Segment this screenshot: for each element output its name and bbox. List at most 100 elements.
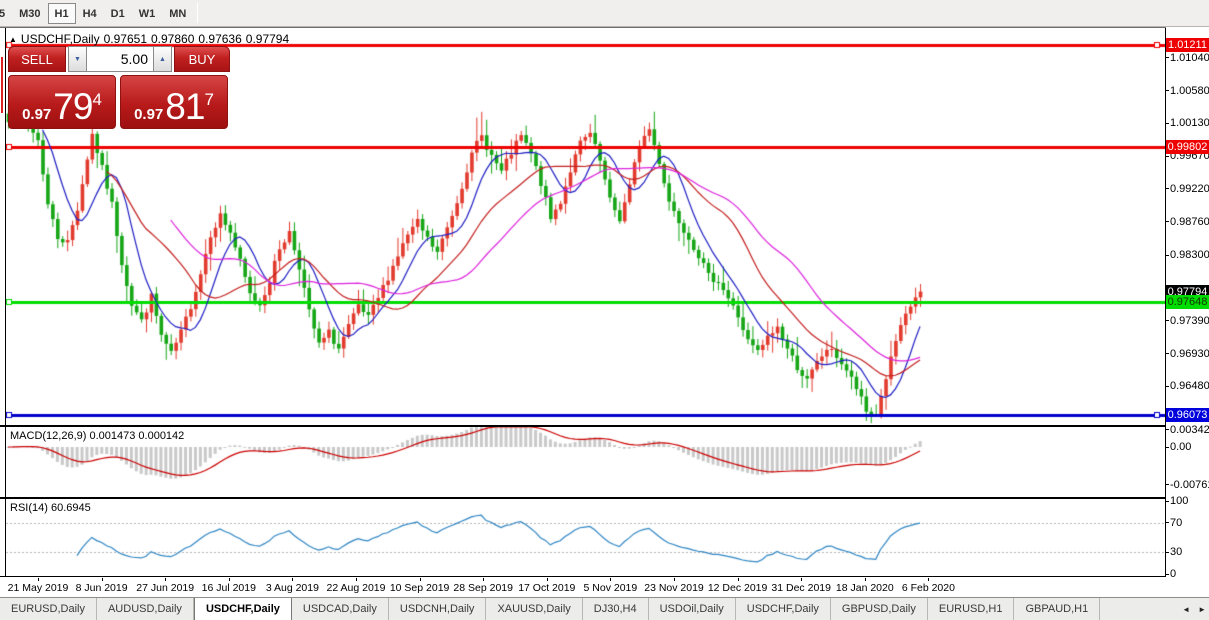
date-tick-mark <box>610 578 611 581</box>
date-axis-label: 12 Dec 2019 <box>708 582 768 594</box>
axis-tick-mark <box>1165 188 1169 189</box>
axis-tick-mark <box>1165 320 1169 321</box>
date-tick-mark <box>356 578 357 581</box>
timeframe-button-h4[interactable]: H4 <box>76 3 104 24</box>
price-badge: 0.96073 <box>1166 408 1209 422</box>
date-axis-label: 22 Aug 2019 <box>327 582 386 594</box>
timeframe-button-w1[interactable]: W1 <box>132 3 163 24</box>
date-axis-label: 16 Jul 2019 <box>202 582 256 594</box>
buy-price-prefix: 0.97 <box>134 106 163 123</box>
price-axis: 1.010401.005801.001300.996700.992200.987… <box>1166 28 1209 595</box>
sell-price-sup: 4 <box>92 92 101 107</box>
sell-price-box[interactable]: 0.97794 <box>8 75 116 129</box>
timeframe-button-mn[interactable]: MN <box>162 3 193 24</box>
timeframe-button-m30[interactable]: M30 <box>12 3 47 24</box>
date-axis-label: 5 Nov 2019 <box>584 582 638 594</box>
chart-tab-gbpaud-h1[interactable]: GBPAUD,H1 <box>1014 598 1100 620</box>
axis-tick-mark <box>1165 57 1169 58</box>
chart-symbol-label: USDCHF,Daily <box>21 32 100 46</box>
timeframe-toolbar: 5M30H1H4D1W1MN <box>0 0 1209 27</box>
ohlc-high: 0.97860 <box>151 32 194 46</box>
chart-tab-gbpusd-daily[interactable]: GBPUSD,Daily <box>831 598 928 620</box>
date-axis: 21 May 20198 Jun 201927 Jun 201916 Jul 2… <box>0 578 1166 595</box>
volume-decrease-button[interactable]: ▼ <box>68 46 87 72</box>
date-tick-mark <box>547 578 548 581</box>
tab-scroll-right-icon[interactable]: ► <box>1198 605 1206 614</box>
price-badge: 0.99802 <box>1166 140 1209 154</box>
price-axis-tick: 1.01040 <box>1170 52 1209 64</box>
axis-tick-mark <box>1165 123 1169 124</box>
axis-tick-mark <box>1165 386 1169 387</box>
rsi-label: RSI(14) 60.6945 <box>10 502 91 514</box>
rsi-axis-tick: 100 <box>1170 495 1188 507</box>
macd-axis-tick: 0.00 <box>1170 441 1191 453</box>
sell-button[interactable]: SELL <box>8 46 66 72</box>
axis-tick-mark <box>1165 574 1169 575</box>
date-axis-label: 18 Jan 2020 <box>836 582 894 594</box>
date-axis-label: 28 Sep 2019 <box>453 582 513 594</box>
buy-price-box[interactable]: 0.97817 <box>120 75 228 129</box>
date-tick-mark <box>420 578 421 581</box>
date-axis-label: 21 May 2019 <box>8 582 69 594</box>
date-tick-mark <box>483 578 484 581</box>
macd-label: MACD(12,26,9) 0.001473 0.000142 <box>10 430 184 442</box>
price-axis-tick: 0.96930 <box>1170 348 1209 360</box>
chart-tab-eurusd-h1[interactable]: EURUSD,H1 <box>928 598 1015 620</box>
chart-tab-usdoil-daily[interactable]: USDOil,Daily <box>649 598 736 620</box>
date-tick-mark <box>801 578 802 581</box>
buy-price-big: 81 <box>165 90 204 123</box>
date-axis-label: 27 Jun 2019 <box>136 582 194 594</box>
ohlc-open: 0.97651 <box>104 32 147 46</box>
price-axis-tick: 1.00580 <box>1170 85 1209 97</box>
buy-price-sup: 7 <box>204 92 213 107</box>
buy-button[interactable]: BUY <box>174 46 230 72</box>
volume-stepper: ▼ ▲ <box>68 46 172 72</box>
chart-tab-xauusd-daily[interactable]: XAUUSD,Daily <box>486 598 582 620</box>
chart-symbol-icon: ▲ <box>9 35 17 44</box>
date-axis-label: 6 Feb 2020 <box>902 582 955 594</box>
axis-tick-mark <box>1165 501 1169 502</box>
date-tick-mark <box>102 578 103 581</box>
tab-scroll-left-icon[interactable]: ◄ <box>1182 605 1190 614</box>
chevron-down-icon: ▼ <box>74 56 81 63</box>
chart-tab-usdchf-daily[interactable]: USDCHF,Daily <box>736 598 831 620</box>
timeframe-button-5[interactable]: 5 <box>0 3 12 24</box>
chart-tab-eurusd-daily[interactable]: EURUSD,Daily <box>0 598 97 620</box>
timeframe-button-h1[interactable]: H1 <box>48 3 76 24</box>
macd-axis-tick: -0.007615 <box>1170 479 1209 491</box>
date-axis-label: 10 Sep 2019 <box>390 582 450 594</box>
axis-tick-mark <box>1165 552 1169 553</box>
volume-increase-button[interactable]: ▲ <box>153 46 172 72</box>
date-axis-label: 23 Nov 2019 <box>644 582 704 594</box>
rsi-axis-tick: 0 <box>1170 568 1176 580</box>
chart-tab-dj30-h4[interactable]: DJ30,H4 <box>583 598 649 620</box>
axis-tick-mark <box>1165 484 1169 485</box>
plot-left-border <box>5 28 6 577</box>
price-axis-tick: 0.99220 <box>1170 183 1209 195</box>
date-tick-mark <box>738 578 739 581</box>
macd-axis-tick: 0.003428 <box>1170 424 1209 436</box>
axis-tick-mark <box>1165 255 1169 256</box>
rsi-panel: RSI(14) 60.6945 <box>0 499 1166 576</box>
chart-tab-audusd-daily[interactable]: AUDUSD,Daily <box>97 598 194 620</box>
chart-tab-usdcad-daily[interactable]: USDCAD,Daily <box>292 598 389 620</box>
plot-top-border <box>0 27 1166 28</box>
toolbar-separator <box>197 3 198 23</box>
chevron-up-icon: ▲ <box>159 56 166 63</box>
price-axis-tick: 0.98760 <box>1170 216 1209 228</box>
rsi-axis-tick: 70 <box>1170 517 1182 529</box>
date-tick-mark <box>865 578 866 581</box>
volume-input[interactable] <box>87 46 153 72</box>
price-chart-panel: ▲ USDCHF,Daily 0.97651 0.97860 0.97636 0… <box>0 28 1166 425</box>
timeframe-button-d1[interactable]: D1 <box>104 3 132 24</box>
chart-title: ▲ USDCHF,Daily 0.97651 0.97860 0.97636 0… <box>9 32 289 46</box>
chart-tab-usdchf-daily[interactable]: USDCHF,Daily <box>194 598 292 620</box>
date-axis-label: 31 Dec 2019 <box>771 582 831 594</box>
price-badge: 0.97648 <box>1166 295 1209 309</box>
chart-tab-usdcnh-daily[interactable]: USDCNH,Daily <box>389 598 487 620</box>
date-tick-mark <box>292 578 293 581</box>
ohlc-low: 0.97636 <box>198 32 241 46</box>
date-axis-label: 17 Oct 2019 <box>518 582 575 594</box>
macd-panel: MACD(12,26,9) 0.001473 0.000142 <box>0 427 1166 497</box>
rsi-canvas[interactable] <box>6 499 1165 576</box>
